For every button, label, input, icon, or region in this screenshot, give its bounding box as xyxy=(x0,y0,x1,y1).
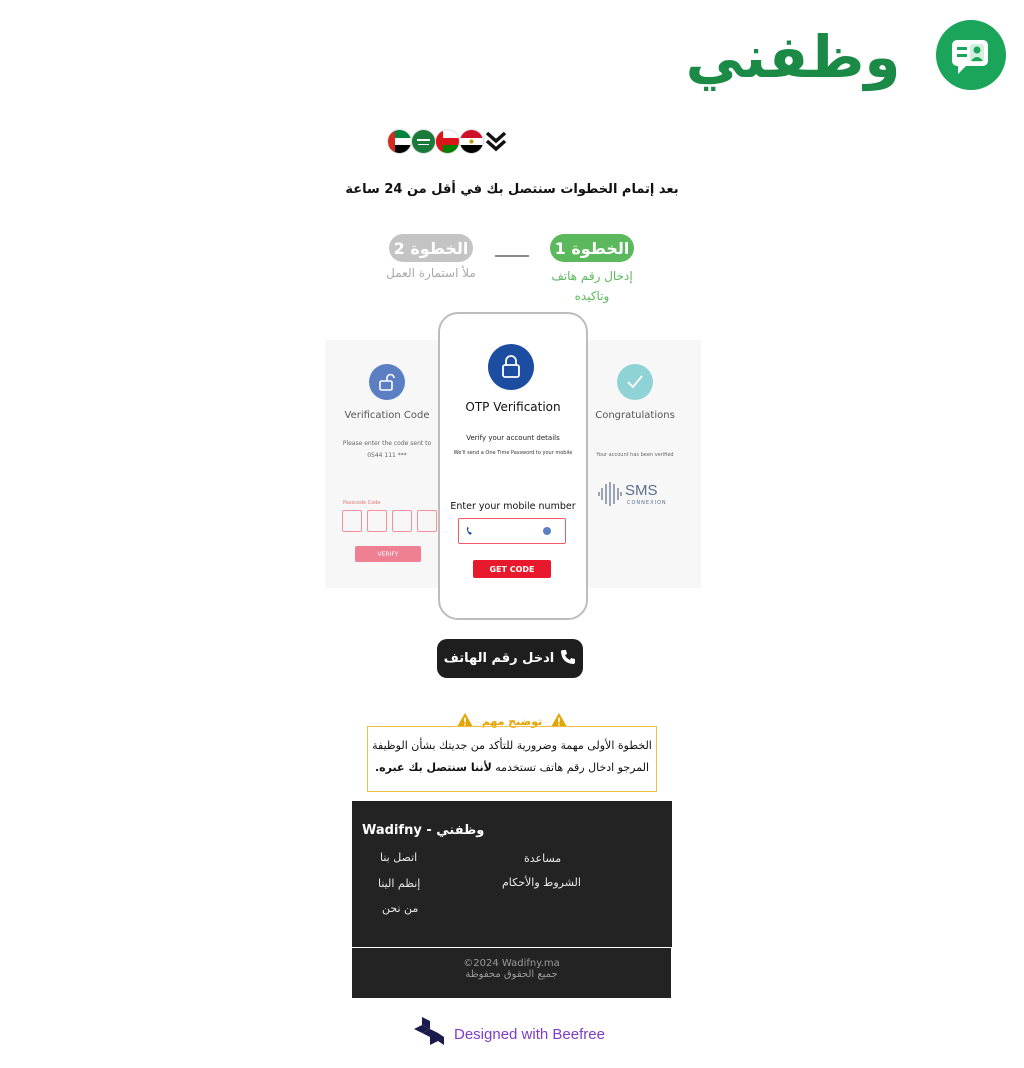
country-flags xyxy=(388,128,510,154)
notice-line2: المرجو ادخال رقم هاتف تستخدمه لأننا سنتص… xyxy=(368,757,656,779)
congrats-title: Congratulations xyxy=(595,410,675,421)
mobile-field-illustration xyxy=(458,518,566,544)
sms-logo-mark-icon xyxy=(598,482,622,506)
verification-number: 0544 111 *** xyxy=(367,452,407,459)
step-connector xyxy=(495,255,529,257)
sms-connexion-logo: SMS CONNEXION xyxy=(597,480,677,510)
verification-text: Please enter the code sent to xyxy=(342,440,432,447)
footer-brand: وظفني - Wadifny xyxy=(362,823,485,838)
otp-subtitle: Verify your account details xyxy=(466,434,560,442)
verification-panel: Verification Code Please enter the code … xyxy=(325,340,443,588)
footer-link-help[interactable]: مساعدة xyxy=(524,852,561,865)
logo-text: وظفني xyxy=(685,23,901,91)
copyright-text: ©2024 Wadifny.ma xyxy=(463,958,560,969)
notice-line2-bold: لأننا سنتصل بك عبره. xyxy=(374,761,492,774)
verification-title: Verification Code xyxy=(344,410,430,421)
beefree-badge[interactable]: Designed with Beefree xyxy=(412,1016,624,1052)
otp-note: We'll send a One Time Password to your m… xyxy=(453,450,573,456)
chevron-double-down-icon[interactable] xyxy=(484,129,508,153)
footer: وظفني - Wadifny اتصل بنا إنظم الينا من ن… xyxy=(352,801,672,947)
beefree-logo-icon xyxy=(412,1015,446,1053)
step-1-badge: الخطوة 1 xyxy=(550,234,634,262)
footer-link-contact[interactable]: اتصل بنا xyxy=(380,851,417,864)
step-2-badge: الخطوة 2 xyxy=(389,234,473,262)
beefree-label: Designed with Beefree xyxy=(454,1025,605,1043)
passcode-boxes xyxy=(342,510,442,532)
logo-wordmark: وظفني xyxy=(652,20,934,94)
uae-flag xyxy=(388,129,411,153)
unlock-icon xyxy=(369,364,405,400)
congrats-text: Your account has been verified xyxy=(596,452,674,458)
passcode-label: Passcode Code xyxy=(343,500,381,506)
step-1-desc-line2: وتاكيده xyxy=(574,289,610,303)
phone-small-icon xyxy=(466,527,472,535)
phone-mockup: OTP Verification Verify your account det… xyxy=(438,312,588,620)
step-1-description: إدخال رقم هاتف وتاكيده xyxy=(540,266,644,306)
headline: بعد إتمام الخطوات سنتصل بك في أقل من 24 … xyxy=(345,182,679,197)
otp-prompt: Enter your mobile number xyxy=(450,501,576,512)
otp-title: OTP Verification xyxy=(465,400,561,414)
lock-icon xyxy=(488,344,534,390)
step-2-description: ملأ استمارة العمل xyxy=(386,266,476,280)
notice-line1: الخطوة الأولى مهمة وضرورية للتأكد من جدي… xyxy=(372,739,652,752)
footer-link-terms[interactable]: الشروط والأحكام xyxy=(502,876,581,889)
footer-link-join[interactable]: إنظم الينا xyxy=(378,877,420,890)
footer-link-about[interactable]: من نحن xyxy=(382,902,418,915)
egypt-flag xyxy=(460,129,483,153)
enter-phone-label: ادخل رقم الهاتف xyxy=(443,651,555,666)
saudi-flag xyxy=(412,129,435,153)
get-code-button-illustration: GET CODE xyxy=(473,560,551,578)
check-icon xyxy=(617,364,653,400)
oman-flag xyxy=(436,129,459,153)
congrats-panel: Congratulations Your account has been ve… xyxy=(583,340,701,588)
site-logo[interactable]: وظفني xyxy=(652,16,1008,98)
phone-icon xyxy=(560,649,576,669)
footer-copyright: ©2024 Wadifny.ma جميع الحقوق محفوظة xyxy=(352,947,671,998)
chat-profile-icon xyxy=(936,20,1006,90)
rights-text: جميع الحقوق محفوظة xyxy=(465,969,558,980)
sms-brand-text: SMS xyxy=(625,482,658,499)
enter-phone-button[interactable]: ادخل رقم الهاتف xyxy=(437,639,583,678)
otp-illustration: Verification Code Please enter the code … xyxy=(325,312,701,622)
sms-brand-subtext: CONNEXION xyxy=(627,500,667,506)
notice-line2-normal: المرجو ادخال رقم هاتف تستخدمه xyxy=(491,761,650,774)
field-dot xyxy=(543,527,551,535)
step-1-desc-line1: إدخال رقم هاتف xyxy=(551,269,633,283)
verify-button-illustration: VERIFY xyxy=(355,546,421,562)
notice-box: الخطوة الأولى مهمة وضرورية للتأكد من جدي… xyxy=(367,726,657,792)
